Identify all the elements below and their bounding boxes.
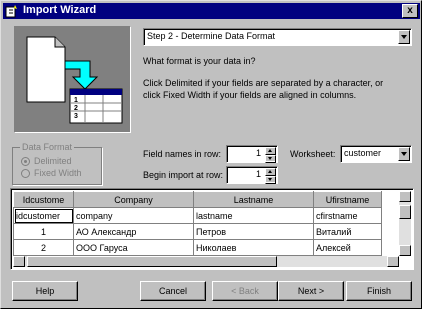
next-button[interactable]: Next > — [278, 281, 344, 301]
table-row: 2 ООО Гаруса Николаев Алексей — [13, 239, 382, 256]
scroll-up-icon[interactable] — [399, 191, 411, 202]
scroll-left-icon[interactable] — [13, 256, 25, 267]
table-cell[interactable]: 2 — [13, 239, 74, 256]
help-button[interactable]: Help — [12, 281, 78, 301]
svg-text:2: 2 — [74, 105, 78, 112]
import-row-stepper[interactable]: 1 — [226, 166, 278, 184]
table-cell[interactable]: cfirstname — [313, 207, 382, 224]
worksheet-label: Worksheet: — [290, 149, 336, 159]
column-header[interactable]: Company — [73, 191, 194, 208]
field-names-row-value: 1 — [255, 148, 261, 158]
table-header-row: Idcustome Company Lastname Ufirstname — [13, 191, 382, 208]
spin-down-icon[interactable] — [265, 176, 276, 184]
spin-up-icon[interactable] — [265, 168, 276, 176]
fixed-width-label: Fixed Width — [34, 168, 82, 178]
fixed-width-radio — [21, 169, 30, 178]
import-row-value: 1 — [255, 169, 261, 179]
field-names-row-stepper[interactable]: 1 — [226, 145, 278, 163]
delimited-label: Delimited — [34, 156, 72, 166]
window-title: Import Wizard — [23, 4, 97, 16]
import-row-label: Begin import at row: — [143, 170, 224, 180]
format-question: What format is your data in? — [143, 56, 256, 66]
table-cell[interactable]: Алексей — [313, 239, 382, 256]
wizard-icon — [5, 5, 17, 18]
title-bar[interactable]: Import Wizard x — [3, 3, 420, 19]
close-button[interactable]: x — [402, 4, 418, 18]
table-row: idcustomer company lastname cfirstname — [13, 207, 382, 224]
document-to-table-icon: 1 2 3 — [26, 36, 123, 124]
table-cell[interactable]: Николаев — [193, 239, 314, 256]
back-button[interactable]: < Back — [212, 281, 278, 301]
svg-text:1: 1 — [74, 97, 78, 104]
chevron-down-icon[interactable] — [398, 147, 410, 161]
step-select[interactable]: Step 2 - Determine Data Format — [143, 28, 412, 46]
table-cell[interactable]: company — [73, 207, 194, 224]
column-header[interactable]: Idcustome — [13, 191, 74, 208]
vertical-scroll-thumb[interactable] — [399, 205, 411, 219]
table-cell[interactable]: idcustomer — [13, 207, 74, 224]
worksheet-select[interactable]: customer — [340, 145, 412, 163]
horizontal-scroll-thumb[interactable] — [27, 256, 277, 267]
data-format-group — [12, 147, 102, 185]
scroll-right-icon[interactable] — [387, 256, 399, 267]
finish-button[interactable]: Finish — [346, 281, 412, 301]
instruction-line-1: Click Delimited if your fields are separ… — [143, 78, 384, 88]
spin-down-icon[interactable] — [265, 155, 276, 163]
preview-table: Idcustome Company Lastname Ufirstname id… — [13, 191, 382, 256]
wizard-illustration: 1 2 3 — [14, 26, 131, 133]
column-header[interactable]: Lastname — [193, 191, 314, 208]
table-row: 1 АО Александр Петров Виталий — [13, 223, 382, 240]
spin-up-icon[interactable] — [265, 147, 276, 155]
table-cell[interactable]: ООО Гаруса — [73, 239, 194, 256]
cancel-button[interactable]: Cancel — [140, 281, 206, 301]
table-cell[interactable]: lastname — [193, 207, 314, 224]
instruction-line-2: click Fixed Width if your fields are ali… — [143, 90, 357, 100]
scroll-down-icon[interactable] — [399, 245, 411, 256]
table-cell[interactable]: Виталий — [313, 223, 382, 240]
horizontal-scrollbar[interactable] — [13, 256, 399, 267]
table-cell[interactable]: Петров — [193, 223, 314, 240]
column-header[interactable]: Ufirstname — [313, 191, 382, 208]
step-select-value: Step 2 - Determine Data Format — [147, 31, 276, 41]
field-names-row-label: Field names in row: — [143, 149, 222, 159]
delimited-radio — [21, 157, 30, 166]
svg-text:3: 3 — [74, 113, 78, 120]
worksheet-select-value: customer — [344, 148, 382, 158]
data-format-label: Data Format — [20, 142, 75, 152]
chevron-down-icon[interactable] — [398, 30, 410, 44]
data-preview-grid[interactable]: Idcustome Company Lastname Ufirstname id… — [10, 188, 414, 270]
table-cell[interactable]: 1 — [13, 223, 74, 240]
table-cell[interactable]: АО Александр — [73, 223, 194, 240]
vertical-scrollbar[interactable] — [399, 191, 411, 256]
